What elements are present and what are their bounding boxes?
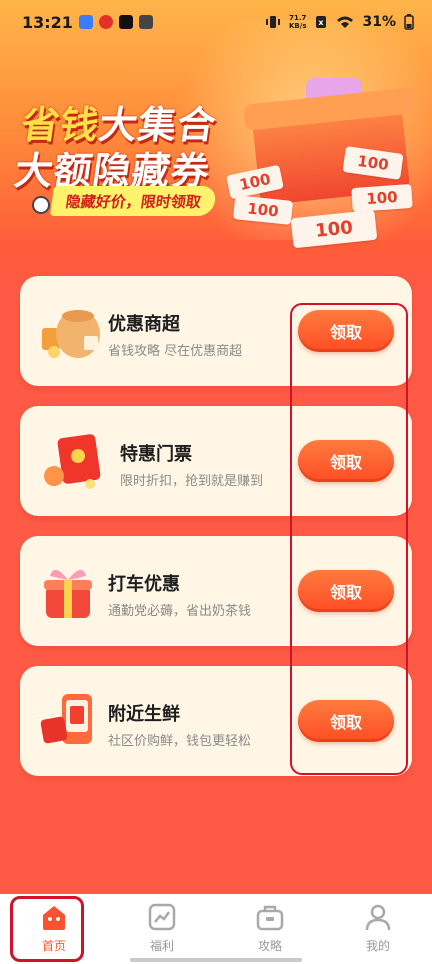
app-notification-icon [138,15,153,29]
card-title: 打车优惠 [108,574,180,595]
status-time: 13:21 [22,12,73,32]
banner-title-line1: 大集合 [96,103,220,147]
banner-tag: 隐藏好价，限时领取 [49,186,218,216]
coupon-ticket-value: 100 [356,151,390,175]
annotation-highlight-home-tab [10,896,84,962]
home-indicator[interactable] [130,958,302,962]
gift-box-icon [40,562,106,622]
coupon-ticket-value: 100 [365,187,399,209]
grain-bag-icon [40,302,106,362]
tab-label: 攻略 [257,939,282,953]
sim-icon: x [316,16,327,28]
phone-coupon-icon [40,692,106,752]
battery-icon [404,14,414,30]
banner-title: 省钱大集合 大额隐藏券 [12,102,220,194]
net-speed-value: 71.7 [289,14,307,22]
chart-icon [147,902,177,932]
tag-pin-icon [32,196,50,214]
status-right: 71.7 KB/s x 31% [265,14,414,30]
net-speed-unit: KB/s [289,22,307,30]
card-description: 限时折扣，抢到就是赚到 [120,474,264,489]
tab-welfare[interactable]: 福利 [108,894,216,964]
coupon-ticket-value: 100 [237,169,273,195]
tab-label: 福利 [149,939,174,953]
card-description: 社区价购鲜，钱包更轻松 [108,734,252,749]
svg-text:x: x [319,18,325,27]
coupon-ticket: 100 [351,183,413,213]
card-title: 优惠商超 [108,314,180,335]
annotation-highlight-buttons [290,303,408,775]
card-title: 特惠门票 [120,444,192,465]
battery-level: 31% [362,14,396,30]
toolbox-icon [255,902,285,932]
net-speed: 71.7 KB/s [289,14,306,30]
status-bar: 13:21 71.7 KB/s x 31% [0,0,432,44]
card-title: 附近生鲜 [108,704,180,725]
app-notification-icon [98,15,113,29]
card-description: 通勤党必薅，省出奶茶钱 [108,604,252,619]
tab-profile[interactable]: 我的 [324,894,432,964]
banner-title-highlight: 省钱 [18,103,103,147]
tab-guide[interactable]: 攻略 [216,894,324,964]
coupon-ticket-value: 100 [246,199,280,221]
tiktok-icon [118,15,133,29]
wifi-icon [337,16,354,28]
card-description: 省钱攻略 尽在优惠商超 [108,344,243,359]
user-icon [363,902,393,932]
coupon-ticket-value: 100 [314,216,354,242]
tab-label: 我的 [365,939,390,953]
vibrate-icon [266,16,280,28]
status-left: 13:21 [22,13,153,32]
red-envelope-icon [40,432,106,492]
app-notification-icon [78,15,93,29]
